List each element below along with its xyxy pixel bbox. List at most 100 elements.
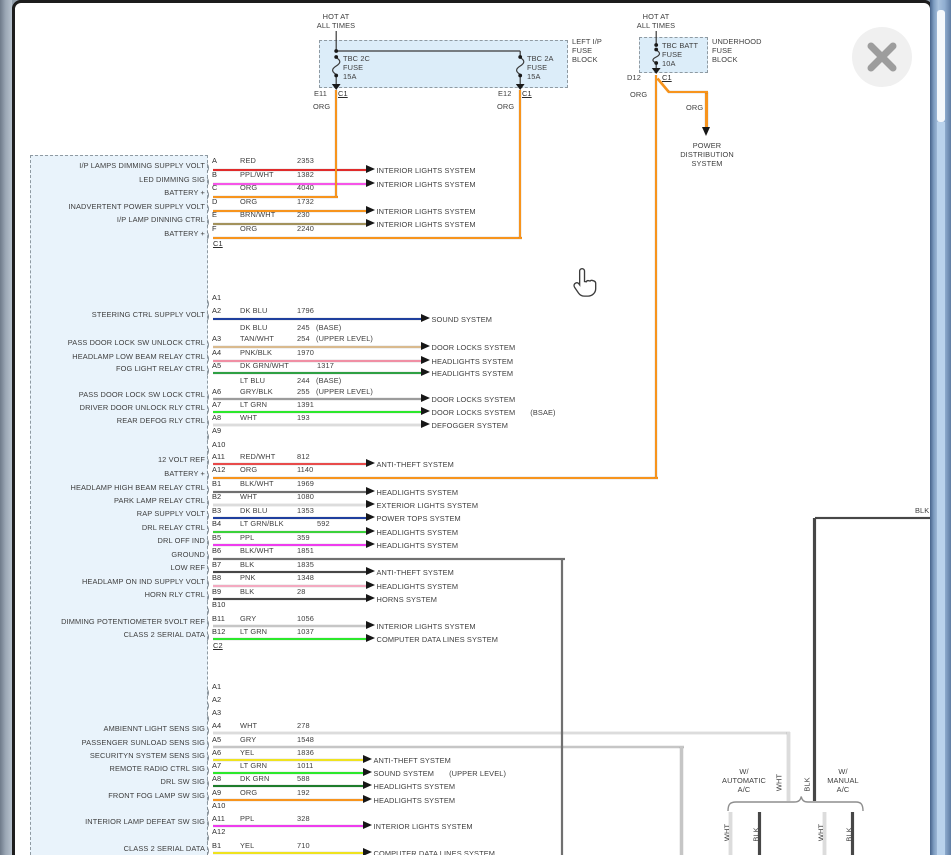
wire-color-label: ORG	[240, 465, 257, 474]
pin-function-label: HEADLAMP HIGH BEAM RELAY CTRL	[24, 483, 205, 492]
system-arrow-icon	[366, 179, 375, 187]
pin-label: C	[212, 183, 217, 192]
pin-arc-icon: )	[206, 593, 210, 602]
exit-pin-e12: E12	[498, 89, 512, 98]
hot-at-left: HOT ATALL TIMES	[306, 12, 366, 30]
wire	[213, 799, 363, 802]
system-arrow-icon	[363, 768, 372, 776]
system-arrow-icon	[421, 407, 430, 415]
scrollbar-thumb[interactable]	[937, 10, 945, 122]
pin-function-label: 12 VOLT REF	[24, 455, 205, 464]
system-arrow-icon	[366, 219, 375, 227]
pin-arc-icon: )	[206, 847, 210, 855]
circuit-number: 359	[297, 533, 310, 542]
wire	[213, 638, 366, 641]
close-button[interactable]	[852, 27, 912, 87]
wire-color-label: YEL	[240, 748, 254, 757]
circuit-number: 1732	[297, 197, 314, 206]
wire-color-label: LT GRN	[240, 761, 267, 770]
pin-label: B1	[212, 841, 221, 850]
pin-function-label: DRIVER DOOR UNLOCK RLY CTRL	[24, 403, 205, 412]
fuse-tbcbatt-label: TBC BATTFUSE10A	[662, 41, 698, 68]
circuit-number: 592	[317, 519, 330, 528]
pin-function-label: INTERIOR LAMP DEFEAT SW SIG	[24, 817, 205, 826]
pin-function-label: DRL RELAY CTRL	[24, 523, 205, 532]
wire-color-label: LT BLU	[240, 376, 265, 385]
route-wire	[668, 91, 708, 94]
destination-system-label: ANTI-THEFT SYSTEM	[377, 460, 454, 469]
pin-arc-icon: )	[206, 633, 210, 642]
pin-function-label: PASS DOOR LOCK SW LOCK CTRL	[24, 390, 205, 399]
pin-arc-icon: )	[206, 808, 210, 817]
circuit-number: 1382	[297, 170, 314, 179]
pin-function-label: FRONT FOG LAMP SW SIG	[24, 791, 205, 800]
wire-color-label: ORG	[240, 224, 257, 233]
pin-label: B11	[212, 614, 225, 623]
pin-function-label: I/P LAMPS DIMMING SUPPLY VOLT	[24, 161, 205, 170]
circuit-number: 1056	[297, 614, 314, 623]
pin-arc-icon: )	[206, 553, 210, 562]
pin-function-label: INADVERTENT POWER SUPPLY VOLT	[24, 202, 205, 211]
circuit-number: 244	[297, 376, 310, 385]
connector-label-link[interactable]: C1	[213, 239, 223, 248]
pin-label: A2	[212, 695, 221, 704]
circuit-number: 1835	[297, 560, 314, 569]
circuit-number: 1140	[297, 465, 313, 474]
wire-color-label: WHT	[240, 413, 257, 422]
system-arrow-icon	[366, 540, 375, 548]
pin-label: A5	[212, 735, 221, 744]
pin-arc-icon: )	[206, 727, 210, 736]
pin-arc-icon: )	[206, 715, 210, 724]
wire	[213, 746, 684, 749]
route-wire	[815, 517, 930, 520]
wire-color-label: BLK/WHT	[240, 479, 274, 488]
pin-arc-icon: )	[206, 218, 210, 227]
wire-color-label: BLK/WHT	[240, 546, 274, 555]
pin-arc-icon: )	[206, 393, 210, 402]
variant-note: (BASE)	[316, 376, 341, 385]
system-arrow-icon	[366, 581, 375, 589]
wire	[213, 625, 366, 628]
wire	[213, 571, 366, 574]
pin-function-label: BATTERY +	[24, 188, 205, 197]
wire-color-label: WHT	[240, 492, 257, 501]
destination-system-label: EXTERIOR LIGHTS SYSTEM	[377, 501, 479, 510]
pin-function-label: PARK LAMP RELAY CTRL	[24, 496, 205, 505]
route-wire	[729, 812, 732, 855]
pin-label: A1	[212, 293, 221, 302]
wire-color-label: GRY/BLK	[240, 387, 273, 396]
pin-arc-icon: )	[206, 341, 210, 350]
scrollbar-lower-track[interactable]	[937, 122, 945, 855]
wire-color-label: RED	[240, 156, 256, 165]
system-arrow-icon	[363, 821, 372, 829]
destination-system-label: DOOR LOCKS SYSTEM(BSAE)	[432, 408, 556, 417]
destination-system-label: DOOR LOCKS SYSTEM	[432, 395, 516, 404]
pin-arc-icon: )	[206, 512, 210, 521]
pin-function-label: BATTERY +	[24, 469, 205, 478]
wire	[213, 544, 366, 547]
system-arrow-icon	[366, 500, 375, 508]
module-connector-box	[30, 155, 208, 855]
circuit-number: 1391	[297, 400, 314, 409]
pin-label: A12	[212, 827, 225, 836]
system-arrow-icon	[421, 420, 430, 428]
destination-system-label: HEADLIGHTS SYSTEM	[432, 357, 514, 366]
wire-color-label: YEL	[240, 841, 254, 850]
exit-conn-e12-link[interactable]: C1	[522, 89, 532, 98]
connector-label-link[interactable]: C2	[213, 641, 223, 650]
system-arrow-icon	[421, 368, 430, 376]
destination-system-label: HEADLIGHTS SYSTEM	[377, 541, 459, 550]
pin-function-label: LED DIMMING SIG	[24, 175, 205, 184]
diagram-viewer: HOT ATALL TIMES HOT ATALL TIMES TBC 2CFU…	[0, 0, 951, 855]
pin-arc-icon: )	[206, 486, 210, 495]
exit-conn-e11-link[interactable]: C1	[338, 89, 348, 98]
exit-conn-d12-link[interactable]: C1	[662, 73, 672, 82]
destination-system-label: INTERIOR LIGHTS SYSTEM	[377, 166, 476, 175]
destination-system-label: HORNS SYSTEM	[377, 595, 438, 604]
wire-color-label: ORG	[240, 788, 257, 797]
pin-arc-icon: )	[206, 472, 210, 481]
wire	[213, 463, 366, 466]
circuit-number: 588	[297, 774, 310, 783]
wire	[213, 210, 366, 213]
system-arrow-icon	[366, 487, 375, 495]
